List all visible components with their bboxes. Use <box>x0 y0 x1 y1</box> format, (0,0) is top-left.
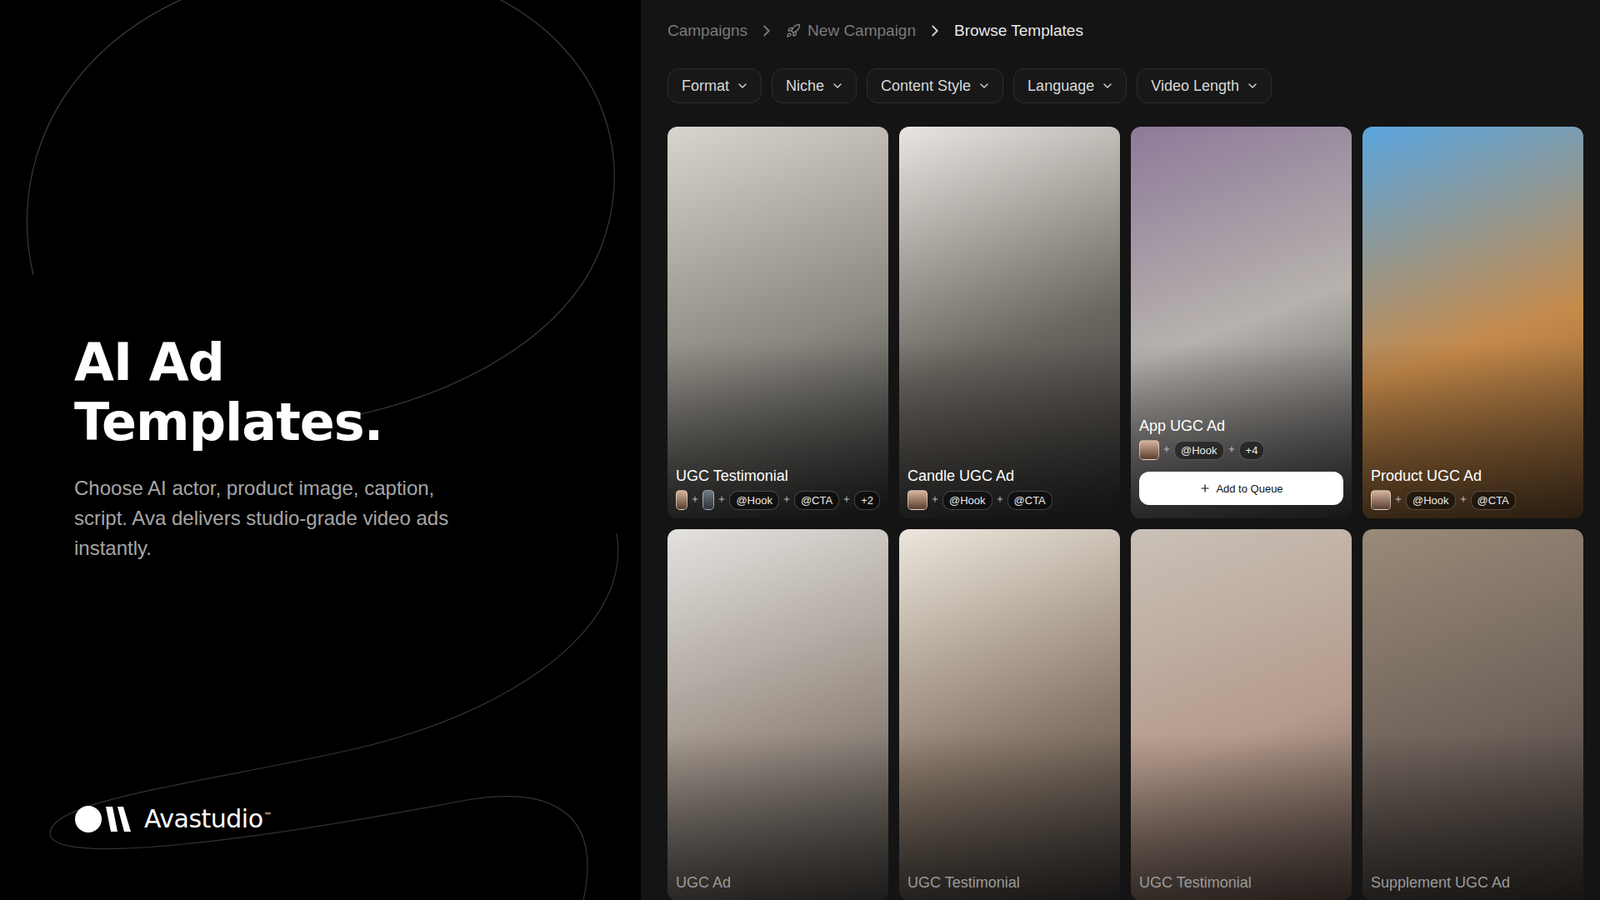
chip-row: @Hook @CTA <box>907 490 1112 510</box>
plus-icon <box>1162 444 1171 456</box>
tag-chip: @Hook <box>1174 440 1225 460</box>
plus-icon <box>1199 482 1211 495</box>
chip-row: @Hook @CTA +2 <box>675 490 880 510</box>
plus-icon <box>1394 494 1403 506</box>
card-body: App UGC Ad @Hook +4 Add to Queue <box>1139 417 1344 510</box>
templates-panel: Campaigns New Campaign Browse Templates For… <box>640 0 1600 900</box>
page: AI Ad Templates. Choose AI actor, product… <box>0 0 1600 900</box>
plus-icon <box>1227 444 1236 456</box>
plus-icon <box>995 494 1005 506</box>
tag-chip: @CTA <box>1470 490 1516 510</box>
template-card[interactable]: UGC Testimonial @Hook @CTA +2 <box>667 126 889 519</box>
hero-title: AI Ad Templates. <box>74 332 466 452</box>
chevron-down-icon <box>830 79 845 93</box>
plus-icon <box>782 494 791 506</box>
filter-dropdown[interactable]: Format <box>667 68 762 104</box>
tag-chip: @CTA <box>794 490 840 510</box>
filter-dropdown[interactable]: Content Style <box>866 68 1004 104</box>
tag-chip: @Hook <box>942 490 993 510</box>
chip-row: @Hook @CTA <box>1370 490 1575 510</box>
plus-icon <box>690 494 700 506</box>
brand-logo: Avastudio™ <box>74 804 641 834</box>
logo-mark-icon <box>74 805 133 834</box>
card-body: Candle UGC Ad @Hook @CTA <box>907 467 1112 510</box>
tag-chip: @CTA <box>1007 490 1053 510</box>
plus-icon <box>842 494 851 506</box>
plus-icon <box>930 494 940 506</box>
card-body: UGC Testimonial <box>1139 874 1344 892</box>
actor-avatar <box>1370 490 1391 510</box>
filter-dropdown[interactable]: Niche <box>771 68 857 104</box>
card-body: Supplement UGC Ad <box>1370 874 1575 892</box>
card-label: App UGC Ad <box>1139 417 1344 435</box>
breadcrumb-item: Browse Templates <box>954 21 1084 40</box>
card-label: UGC Testimonial <box>1139 874 1344 892</box>
card-body: UGC Testimonial <box>907 874 1112 892</box>
card-label: UGC Testimonial <box>907 874 1112 892</box>
template-card[interactable]: UGC Testimonial <box>899 529 1120 900</box>
template-card[interactable]: Candle UGC Ad @Hook @CTA <box>899 126 1120 519</box>
card-label: UGC Testimonial <box>675 467 880 485</box>
card-body: UGC Testimonial @Hook @CTA +2 <box>675 467 880 510</box>
extra-chip: +4 <box>1239 440 1265 460</box>
card-label: Supplement UGC Ad <box>1370 874 1575 892</box>
filter-dropdown[interactable]: Video Length <box>1136 68 1272 104</box>
hero-text: AI Ad Templates. Choose AI actor, product… <box>74 91 641 805</box>
extra-chip: +2 <box>854 490 880 510</box>
breadcrumb: Campaigns New Campaign Browse Templates <box>667 18 1584 44</box>
plus-icon <box>717 494 726 506</box>
template-card[interactable]: UGC Ad <box>667 529 889 900</box>
hero-subtitle: Choose AI actor, product image, caption,… <box>74 473 483 564</box>
rocket-icon <box>785 23 801 39</box>
chevron-down-icon <box>1100 79 1115 93</box>
logo-name: Avastudio™ <box>144 804 272 834</box>
chevron-down-icon <box>977 79 991 93</box>
add-to-queue-button[interactable]: Add to Queue <box>1139 471 1344 505</box>
actor-avatar <box>1139 440 1160 460</box>
hero-panel: AI Ad Templates. Choose AI actor, product… <box>0 0 641 900</box>
card-label: Product UGC Ad <box>1370 467 1575 485</box>
chevron-right-icon <box>757 21 776 40</box>
template-card[interactable]: Supplement UGC Ad <box>1362 529 1584 900</box>
actor-avatar <box>907 490 928 510</box>
card-body: UGC Ad <box>675 874 880 892</box>
card-label: UGC Ad <box>675 874 880 892</box>
breadcrumb-item[interactable]: Campaigns <box>667 21 748 40</box>
chevron-right-icon <box>925 21 945 40</box>
plus-icon <box>1459 494 1468 506</box>
actor-avatar <box>702 490 715 510</box>
card-body: Product UGC Ad @Hook @CTA <box>1370 467 1575 510</box>
filter-dropdown[interactable]: Language <box>1013 68 1127 104</box>
card-label: Candle UGC Ad <box>907 467 1112 485</box>
actor-avatar <box>675 490 688 510</box>
breadcrumb-item[interactable]: New Campaign <box>785 21 916 40</box>
filter-bar: FormatNicheContent StyleLanguageVideo Le… <box>667 68 1584 104</box>
tag-chip: @Hook <box>729 490 780 510</box>
template-grid: UGC Testimonial @Hook @CTA +2 Candle UGC Ad @… <box>667 126 1584 900</box>
tag-chip: @Hook <box>1405 490 1456 510</box>
template-card[interactable]: App UGC Ad @Hook +4 Add to Queue <box>1130 126 1352 519</box>
chevron-down-icon <box>1245 79 1260 93</box>
chip-row: @Hook +4 <box>1139 440 1344 460</box>
template-card[interactable]: Product UGC Ad @Hook @CTA <box>1362 126 1584 519</box>
template-card[interactable]: UGC Testimonial <box>1130 529 1352 900</box>
chevron-down-icon <box>735 79 750 93</box>
